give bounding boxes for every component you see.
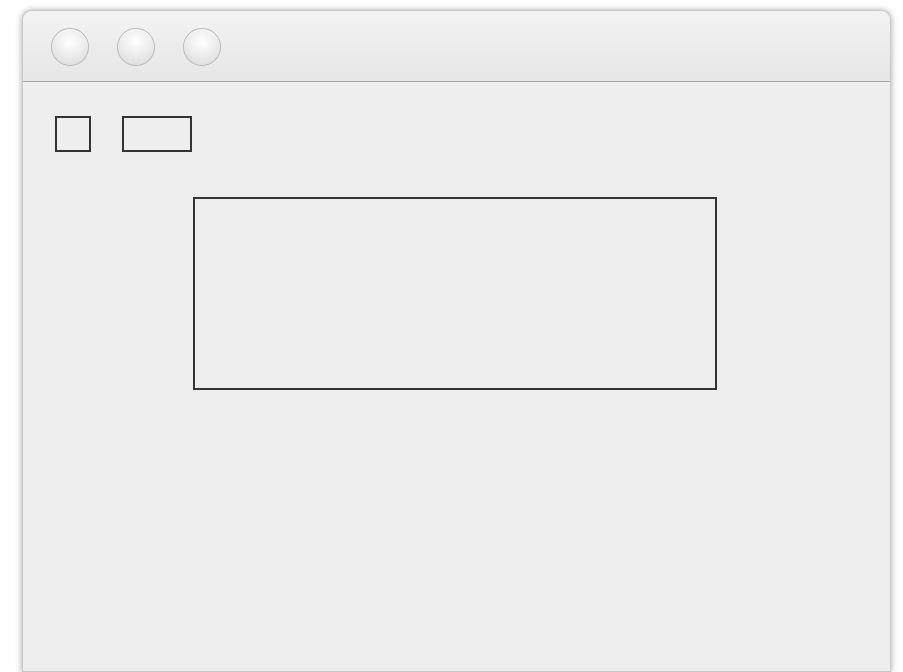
window-content	[23, 82, 890, 671]
close-window-button[interactable]	[51, 28, 89, 66]
minimize-window-button[interactable]	[117, 28, 155, 66]
checkbox[interactable]	[55, 116, 91, 152]
content-panel	[193, 197, 717, 390]
small-button[interactable]	[122, 116, 192, 152]
zoom-window-button[interactable]	[183, 28, 221, 66]
app-window	[22, 10, 891, 672]
title-bar[interactable]	[23, 11, 890, 82]
